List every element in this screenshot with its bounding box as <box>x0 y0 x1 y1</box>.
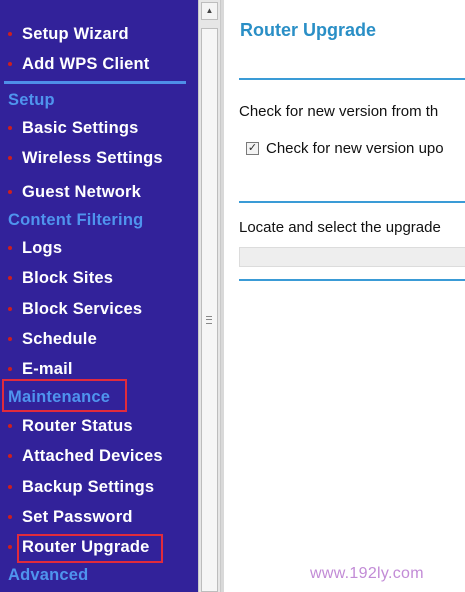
sidebar-nav: Setup Wizard Add WPS Client Setup Basic … <box>0 0 198 592</box>
sidebar-scrollbar[interactable]: ▲ <box>198 0 221 592</box>
upgrade-file-input[interactable] <box>239 247 465 267</box>
bullet-icon <box>8 246 12 250</box>
nav-item-label: Block Services <box>22 300 143 318</box>
nav-item-label: Basic Settings <box>22 119 139 137</box>
nav-heading-content-filtering[interactable]: Content Filtering <box>8 208 143 232</box>
nav-item-label: Setup Wizard <box>22 25 129 43</box>
bullet-icon <box>8 485 12 489</box>
sidebar-divider <box>4 81 186 84</box>
check-version-on-login-checkbox[interactable]: ✓ <box>246 142 259 155</box>
nav-item-label: Router Status <box>22 417 133 435</box>
nav-item-label: Block Sites <box>22 269 114 287</box>
nav-item-label: Backup Settings <box>22 478 155 496</box>
check-online-text: Check for new version from th <box>239 103 439 120</box>
bullet-icon <box>8 515 12 519</box>
bullet-icon <box>8 156 12 160</box>
locate-upgrade-file-text: Locate and select the upgrade <box>239 219 441 236</box>
nav-item-label: Guest Network <box>22 183 142 201</box>
bullet-icon <box>8 545 12 549</box>
router-upgrade-highlight-box <box>17 534 163 563</box>
scroll-grip-icon <box>206 316 212 324</box>
bottom-divider <box>239 279 465 281</box>
nav-item-label: Wireless Settings <box>22 149 163 167</box>
section-divider <box>239 201 465 203</box>
bullet-icon <box>8 62 12 66</box>
nav-heading-setup[interactable]: Setup <box>8 88 55 112</box>
bullet-icon <box>8 307 12 311</box>
nav-item-label: Schedule <box>22 330 97 348</box>
watermark: www.192ly.com <box>310 565 424 582</box>
bullet-icon <box>8 337 12 341</box>
bullet-icon <box>8 190 12 194</box>
bullet-icon <box>8 126 12 130</box>
bullet-icon <box>8 424 12 428</box>
bullet-icon <box>8 32 12 36</box>
scroll-up-arrow-icon[interactable]: ▲ <box>201 2 218 20</box>
check-version-checkbox-label: Check for new version upo <box>266 140 444 157</box>
nav-heading-advanced[interactable]: Advanced <box>8 563 88 587</box>
nav-item-label: Attached Devices <box>22 447 163 465</box>
nav-item-label: Add WPS Client <box>22 55 150 73</box>
bullet-icon <box>8 367 12 371</box>
nav-item-label: Logs <box>22 239 63 257</box>
nav-item-label: Set Password <box>22 508 133 526</box>
main-content: Router Upgrade Check for new version fro… <box>221 0 465 592</box>
maintenance-highlight-box <box>2 379 127 412</box>
scrollbar-thumb[interactable] <box>201 28 218 592</box>
page-title: Router Upgrade <box>240 20 377 40</box>
bullet-icon <box>8 276 12 280</box>
bullet-icon <box>8 454 12 458</box>
title-divider <box>239 78 465 80</box>
